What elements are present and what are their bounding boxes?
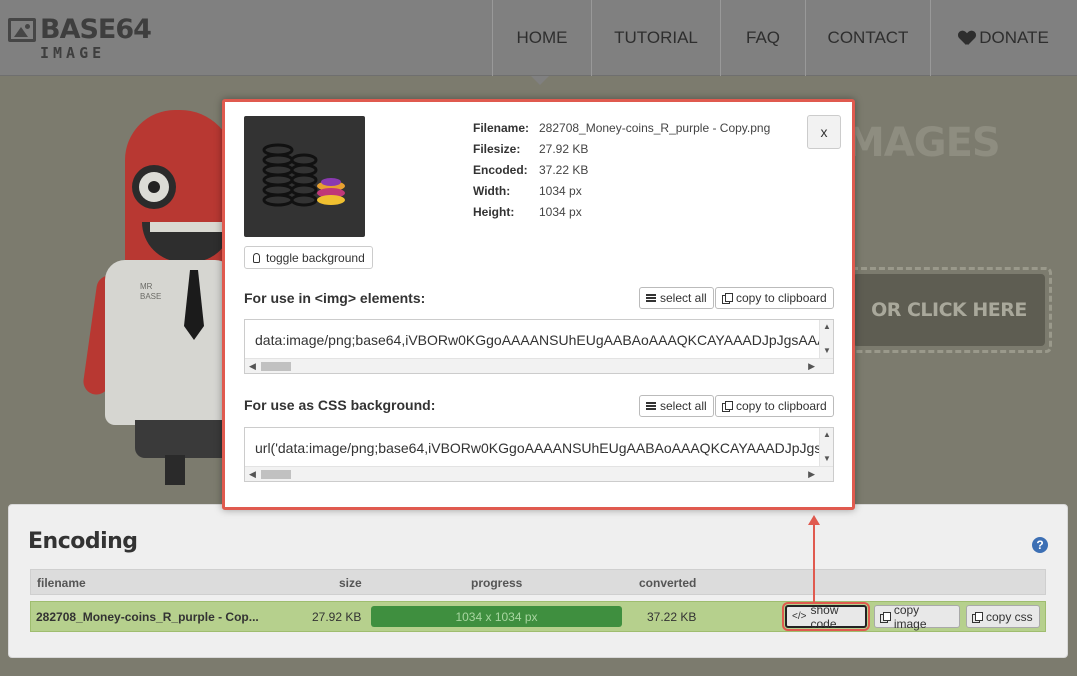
copy-icon	[722, 293, 733, 304]
height-label: Height:	[473, 205, 515, 219]
annotation-arrow-line	[813, 524, 815, 602]
copy-image-button[interactable]: copy image	[874, 602, 960, 631]
css-code-textarea[interactable]: url('data:image/png;base64,iVBORw0KGgoAA…	[244, 427, 834, 482]
col-converted: converted	[639, 576, 697, 590]
site-logo[interactable]: BASE64 IMAGE	[8, 14, 152, 64]
filesize-value: 27.92 KB	[539, 142, 589, 156]
copy-icon	[972, 611, 983, 623]
css-code-text: url('data:image/png;base64,iVBORw0KGgoAA…	[255, 440, 834, 456]
show-code-button[interactable]: </> show code	[782, 602, 870, 631]
copy-image-label: copy image	[893, 602, 927, 631]
mascot-shirt-text: MR BASE	[140, 282, 162, 301]
img-select-all-button[interactable]: select all	[639, 287, 714, 309]
filename-value: 282708_Money-coins_R_purple - Copy.png	[539, 121, 771, 135]
img-code-textarea[interactable]: data:image/png;base64,iVBORw0KGgoAAAANSU…	[244, 319, 834, 374]
mascot-shirt: MR BASE	[105, 260, 235, 425]
css-copy-label: copy to clipboard	[736, 399, 827, 413]
row-filename: 282708_Money-coins_R_purple - Cop...	[36, 610, 259, 624]
toggle-background-label: toggle background	[266, 250, 365, 265]
row-converted: 37.22 KB	[647, 610, 697, 624]
horizontal-scrollbar[interactable]: ◀ ▶	[245, 466, 833, 481]
nav-tutorial[interactable]: TUTORIAL	[591, 0, 720, 76]
encoding-title: Encoding	[28, 529, 138, 554]
horizontal-scrollbar[interactable]: ◀ ▶	[245, 358, 833, 373]
progress-bar: 1034 x 1034 px	[371, 606, 622, 627]
mascot-pants	[135, 420, 235, 458]
nav-contact[interactable]: CONTACT	[805, 0, 930, 76]
scroll-thumb[interactable]	[261, 362, 291, 371]
nav-donate[interactable]: DONATE	[930, 0, 1077, 76]
width-value: 1034 px	[539, 184, 582, 198]
code-icon: </>	[792, 611, 807, 622]
col-progress: progress	[471, 576, 523, 590]
top-navigation-bar: BASE64 IMAGE HOME TUTORIAL FAQ CONTACT D…	[0, 0, 1077, 76]
heart-icon	[959, 31, 975, 45]
hero-title: MAGES	[845, 120, 1001, 166]
css-section-title: For use as CSS background:	[244, 397, 436, 413]
click-here-button[interactable]: OR CLICK HERE	[853, 274, 1045, 346]
copy-css-label: copy css	[986, 609, 1033, 624]
copy-icon	[722, 401, 733, 412]
logo-main-text: BASE64	[40, 14, 152, 45]
nav-faq[interactable]: FAQ	[720, 0, 805, 76]
list-icon	[646, 293, 656, 303]
col-size: size	[339, 576, 362, 590]
close-button[interactable]: x	[807, 115, 841, 149]
file-info: Filename: 282708_Money-coins_R_purple - C…	[473, 118, 770, 223]
height-value: 1034 px	[539, 205, 582, 219]
nav-donate-label: DONATE	[979, 28, 1049, 47]
css-copy-button[interactable]: copy to clipboard	[715, 395, 834, 417]
img-code-text: data:image/png;base64,iVBORw0KGgoAAAANSU…	[255, 332, 834, 348]
img-copy-button[interactable]: copy to clipboard	[715, 287, 834, 309]
mascot-eye	[132, 165, 176, 209]
upload-dropzone[interactable]: OR CLICK HERE	[846, 267, 1052, 353]
row-size: 27.92 KB	[312, 610, 362, 624]
encoding-panel: Encoding ? filename size progress conver…	[8, 504, 1068, 658]
col-filename: filename	[37, 576, 86, 590]
css-select-all-button[interactable]: select all	[639, 395, 714, 417]
vertical-scrollbar[interactable]: ▲ ▼	[819, 320, 833, 358]
annotation-arrow-head	[808, 515, 820, 525]
filename-label: Filename:	[473, 121, 530, 135]
encoded-value: 37.22 KB	[539, 163, 589, 177]
mascot-leg	[165, 455, 185, 485]
toggle-background-button[interactable]: toggle background	[244, 246, 373, 269]
width-label: Width:	[473, 184, 511, 198]
image-icon	[8, 18, 36, 42]
filesize-label: Filesize:	[473, 142, 521, 156]
copy-icon	[880, 611, 891, 623]
encoding-table-header: filename size progress converted	[30, 569, 1046, 595]
nav-active-indicator	[531, 76, 549, 85]
vertical-scrollbar[interactable]: ▲ ▼	[819, 428, 833, 466]
table-row: 282708_Money-coins_R_purple - Cop... 27.…	[30, 601, 1046, 632]
css-select-all-label: select all	[660, 399, 707, 413]
code-modal: toggle background Filename: 282708_Money-…	[222, 99, 855, 510]
img-copy-label: copy to clipboard	[736, 291, 827, 305]
coins-icon	[262, 143, 345, 207]
lightbulb-icon	[253, 252, 260, 263]
nav-home[interactable]: HOME	[492, 0, 591, 76]
show-code-label: show code	[810, 602, 839, 631]
list-icon	[646, 401, 656, 411]
help-icon[interactable]: ?	[1032, 537, 1048, 553]
encoded-label: Encoded:	[473, 163, 528, 177]
progress-label: 1034 x 1034 px	[455, 609, 538, 624]
main-nav: HOME TUTORIAL FAQ CONTACT DONATE	[492, 0, 1077, 76]
img-select-all-label: select all	[660, 291, 707, 305]
scroll-thumb[interactable]	[261, 470, 291, 479]
img-section-title: For use in <img> elements:	[244, 290, 426, 306]
logo-sub-text: IMAGE	[40, 44, 106, 62]
image-thumbnail	[244, 116, 365, 237]
copy-css-button[interactable]: copy css	[966, 605, 1040, 628]
